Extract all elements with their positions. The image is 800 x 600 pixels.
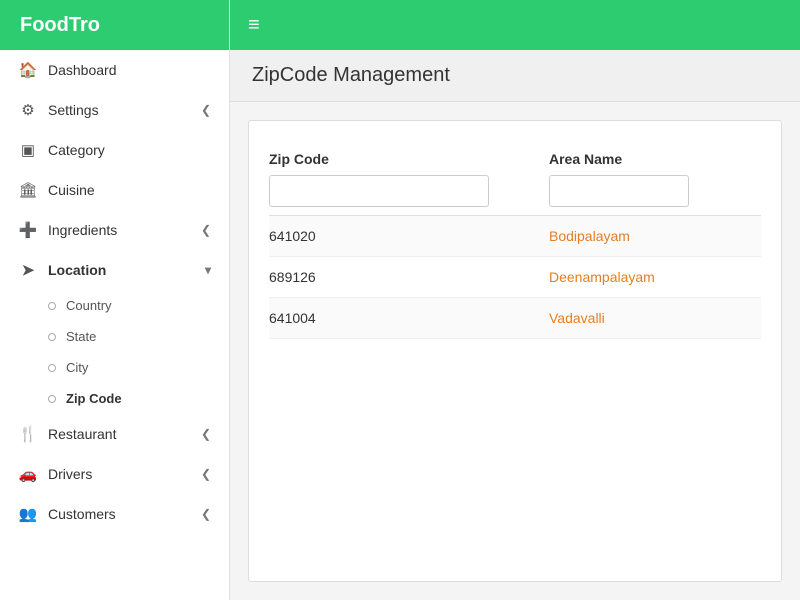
- sub-item-label: Country: [66, 298, 112, 313]
- page-title-bar: ZipCode Management: [230, 50, 800, 102]
- sidebar-item-location[interactable]: ➤ Location ▾: [0, 250, 229, 290]
- chevron-icon: ❮: [201, 223, 211, 237]
- sidebar-subitem-state[interactable]: State: [0, 321, 229, 352]
- sidebar-item-label: Dashboard: [48, 62, 211, 78]
- sidebar-subitem-country[interactable]: Country: [0, 290, 229, 321]
- sub-item-label: City: [66, 360, 88, 375]
- chevron-down-icon: ▾: [205, 263, 211, 277]
- page-title: ZipCode Management: [252, 64, 450, 86]
- drivers-icon: 🚗: [18, 465, 38, 483]
- col-zipcode-header: Zip Code: [269, 151, 549, 207]
- sidebar-item-label: Category: [48, 142, 211, 158]
- brand-logo: FoodTro: [20, 14, 100, 37]
- sidebar-item-label: Ingredients: [48, 222, 201, 238]
- sidebar-header: FoodTro: [0, 0, 229, 50]
- sidebar-item-label: Cuisine: [48, 182, 211, 198]
- zipcode-cell: 641004: [269, 310, 549, 326]
- sidebar-item-drivers[interactable]: 🚗 Drivers ❮: [0, 454, 229, 494]
- table-row: 641020 Bodipalayam: [269, 216, 761, 257]
- circle-icon: [48, 302, 56, 310]
- areaname-cell: Vadavalli: [549, 310, 761, 326]
- circle-icon: [48, 333, 56, 341]
- main-content: ≡ ZipCode Management Zip Code Area Name …: [230, 0, 800, 600]
- sidebar-item-settings[interactable]: ⚙ Settings ❮: [0, 90, 229, 130]
- col-areaname-header: Area Name: [549, 151, 761, 207]
- areaname-filter-input[interactable]: [549, 175, 689, 207]
- sidebar-item-restaurant[interactable]: 🍴 Restaurant ❮: [0, 414, 229, 454]
- sidebar-item-cuisine[interactable]: 🏛 Cuisine: [0, 170, 229, 210]
- sidebar-subitem-zipcode[interactable]: Zip Code: [0, 383, 229, 414]
- areaname-cell: Bodipalayam: [549, 228, 761, 244]
- table-row: 689126 Deenampalayam: [269, 257, 761, 298]
- hamburger-icon[interactable]: ≡: [248, 14, 260, 37]
- customers-icon: 👥: [18, 505, 38, 523]
- chevron-icon: ❮: [201, 427, 211, 441]
- zipcode-cell: 641020: [269, 228, 549, 244]
- circle-icon: [48, 364, 56, 372]
- chevron-icon: ❮: [201, 467, 211, 481]
- sidebar-item-dashboard[interactable]: 🏠 Dashboard: [0, 50, 229, 90]
- sidebar-item-label: Restaurant: [48, 426, 201, 442]
- chevron-icon: ❮: [201, 507, 211, 521]
- category-icon: ▣: [18, 141, 38, 159]
- zipcode-column-label: Zip Code: [269, 151, 549, 167]
- chevron-icon: ❮: [201, 103, 211, 117]
- settings-icon: ⚙: [18, 101, 38, 119]
- content-area: Zip Code Area Name 641020 Bodipalayam 68…: [248, 120, 782, 582]
- sidebar-subitem-city[interactable]: City: [0, 352, 229, 383]
- sidebar-item-label: Customers: [48, 506, 201, 522]
- topbar: ≡: [230, 0, 800, 50]
- areaname-cell: Deenampalayam: [549, 269, 761, 285]
- ingredients-icon: ➕: [18, 221, 38, 239]
- sub-item-label: State: [66, 329, 96, 344]
- sidebar-item-customers[interactable]: 👥 Customers ❮: [0, 494, 229, 534]
- areaname-column-label: Area Name: [549, 151, 761, 167]
- sub-item-label: Zip Code: [66, 391, 122, 406]
- restaurant-icon: 🍴: [18, 425, 38, 443]
- zipcode-cell: 689126: [269, 269, 549, 285]
- sidebar-item-ingredients[interactable]: ➕ Ingredients ❮: [0, 210, 229, 250]
- cuisine-icon: 🏛: [18, 181, 38, 199]
- sidebar: FoodTro 🏠 Dashboard ⚙ Settings ❮ ▣ Categ…: [0, 0, 230, 600]
- table-header-row: Zip Code Area Name: [269, 141, 761, 216]
- location-icon: ➤: [18, 261, 38, 279]
- sidebar-item-label: Drivers: [48, 466, 201, 482]
- sidebar-item-category[interactable]: ▣ Category: [0, 130, 229, 170]
- sidebar-item-label: Location: [48, 262, 205, 278]
- zipcode-filter-input[interactable]: [269, 175, 489, 207]
- dashboard-icon: 🏠: [18, 61, 38, 79]
- circle-icon: [48, 395, 56, 403]
- sidebar-item-label: Settings: [48, 102, 201, 118]
- table-row: 641004 Vadavalli: [269, 298, 761, 339]
